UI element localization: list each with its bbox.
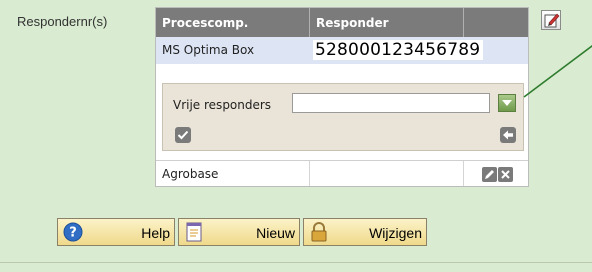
svg-text:?: ?: [69, 226, 77, 241]
row-delete-button[interactable]: [498, 167, 513, 182]
edit-form-icon: [544, 13, 560, 28]
back-button[interactable]: [500, 127, 516, 143]
table-row[interactable]: Agrobase: [156, 160, 528, 186]
header-divider: [463, 8, 464, 37]
row-responder-value[interactable]: 528000123456789: [313, 40, 483, 60]
header-procescomp: Procescomp.: [162, 16, 249, 30]
row-divider: [463, 161, 464, 186]
edit-form-button[interactable]: [541, 10, 561, 30]
check-icon: [177, 130, 189, 140]
delete-x-icon: [501, 170, 510, 179]
row-divider: [309, 161, 310, 186]
notepad-icon: [186, 222, 202, 242]
respondernr-label: Respondernr(s): [17, 14, 108, 29]
row-procescomp: Agrobase: [162, 167, 219, 181]
change-button-label: Wijzigen: [369, 225, 422, 241]
change-button[interactable]: Wijzigen: [303, 218, 427, 246]
header-responder: Responder: [316, 16, 389, 30]
dropdown-arrow-icon: [502, 100, 512, 106]
help-button[interactable]: ? Help: [57, 218, 175, 246]
table-row[interactable]: MS Optima Box 528000123456789: [156, 37, 528, 64]
row-procescomp: MS Optima Box: [162, 43, 255, 57]
free-responders-input[interactable]: [292, 93, 490, 113]
confirm-button[interactable]: [175, 127, 191, 143]
free-responders-panel: Vrije responders: [162, 83, 524, 151]
section-divider: [0, 262, 592, 263]
new-button[interactable]: Nieuw: [178, 218, 300, 246]
header-divider: [309, 8, 310, 37]
help-button-label: Help: [141, 225, 170, 241]
help-circle-icon: ?: [63, 222, 83, 242]
table-header: Procescomp. Responder: [156, 8, 528, 37]
back-arrow-icon: [503, 130, 513, 140]
lock-icon: [311, 222, 327, 242]
free-responders-label: Vrije responders: [173, 98, 272, 112]
free-responders-dropdown[interactable]: [498, 94, 516, 112]
responder-table: Procescomp. Responder MS Optima Box 5280…: [155, 7, 529, 187]
row-edit-button[interactable]: [482, 167, 497, 182]
new-button-label: Nieuw: [256, 225, 295, 241]
pencil-icon: [485, 170, 494, 179]
